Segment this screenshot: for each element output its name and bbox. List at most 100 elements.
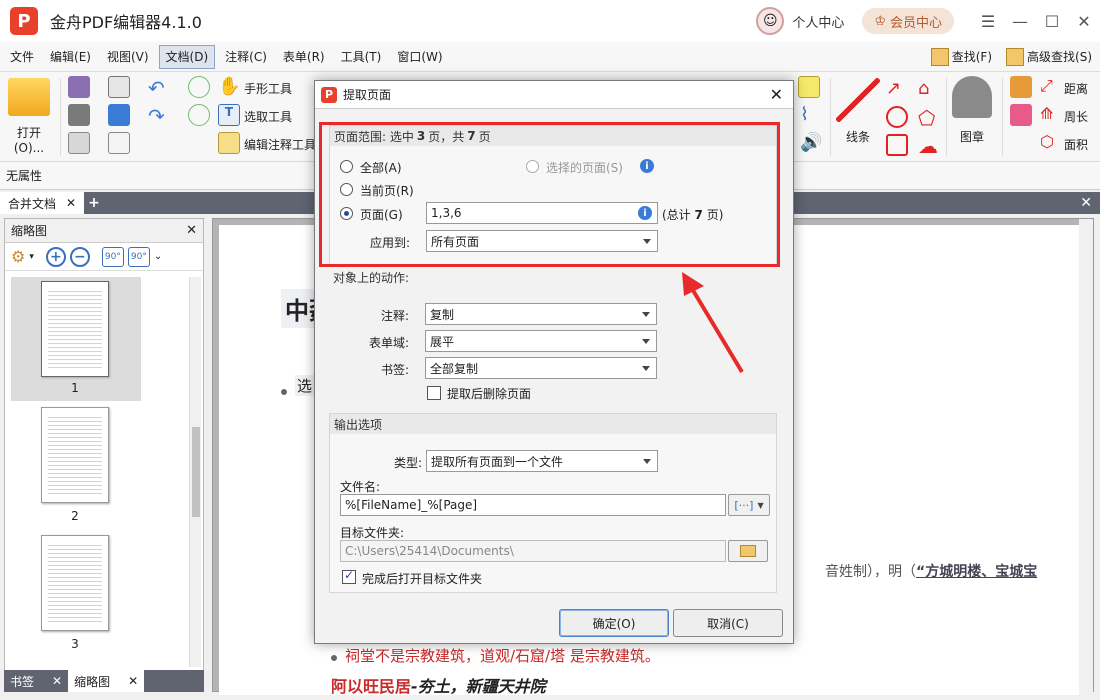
hand-tool-label[interactable]: 手形工具 — [244, 80, 292, 97]
delete-after-checkbox[interactable] — [427, 386, 441, 400]
stamp-label[interactable]: 图章 — [960, 128, 984, 145]
browse-folder-button[interactable] — [728, 540, 768, 562]
apply-to-select[interactable]: 所有页面 — [426, 230, 658, 252]
print-icon[interactable] — [68, 104, 90, 126]
zoom-out-icon[interactable]: − — [69, 246, 90, 267]
menu-tools[interactable]: 工具(T) — [335, 45, 388, 69]
find-button[interactable]: 查找(F) — [930, 48, 992, 67]
menu-icon[interactable]: ☰ — [972, 0, 1004, 42]
hand-icon[interactable]: ✋ — [218, 76, 240, 98]
sound-icon[interactable]: 🔊 — [800, 132, 822, 154]
expand-more-icon[interactable]: ⌄ — [154, 251, 162, 262]
back-icon[interactable] — [188, 76, 210, 98]
open-folder-checkbox[interactable] — [342, 568, 356, 584]
line-tool-label[interactable]: 线条 — [846, 128, 870, 145]
radio-current-page-label[interactable]: 当前页(R) — [360, 182, 414, 199]
new-doc-icon[interactable] — [108, 132, 130, 154]
tab-close-icon[interactable]: ✕ — [128, 674, 138, 688]
user-avatar-icon[interactable]: ☺ — [756, 7, 785, 35]
menu-annotation[interactable]: 注释(C) — [219, 45, 273, 69]
rectangle-tool-icon[interactable] — [886, 134, 908, 156]
menu-document[interactable]: 文档(D) — [158, 44, 216, 69]
undo-icon[interactable]: ↶ — [148, 76, 170, 100]
filename-macro-button[interactable]: [···] ▼ — [728, 494, 770, 516]
polygon-tool-icon[interactable]: ⬠ — [918, 106, 940, 130]
radio-all-label[interactable]: 全部(A) — [360, 159, 402, 176]
cancel-button[interactable]: 取消(C) — [673, 609, 783, 637]
page-thumbnail[interactable] — [41, 407, 109, 503]
maximize-icon[interactable]: ☐ — [1036, 0, 1068, 42]
zoom-in-icon[interactable]: + — [45, 246, 66, 267]
distance-label[interactable]: 距离 — [1064, 80, 1088, 97]
user-center-link[interactable]: 个人中心 — [792, 12, 844, 31]
menu-file[interactable]: 文件 — [4, 45, 40, 69]
radio-current-page[interactable] — [340, 183, 353, 196]
tab-merged-document[interactable]: 合并文档 ✕ — [0, 192, 85, 214]
dialog-close-icon[interactable]: ✕ — [770, 85, 783, 104]
chevron-down-icon[interactable]: ▾ — [29, 252, 34, 262]
attach-icon[interactable]: ⌇ — [800, 104, 822, 126]
menu-view[interactable]: 视图(V) — [101, 45, 155, 69]
vip-center-button[interactable]: ♔ 会员中心 — [862, 8, 954, 34]
area-icon[interactable]: ⬡ — [1040, 132, 1062, 154]
perimeter-icon[interactable]: ⟰ — [1040, 104, 1062, 126]
radio-pages-label[interactable]: 页面(G) — [360, 206, 403, 223]
page-thumbnail[interactable] — [41, 535, 109, 631]
export-icon[interactable] — [68, 132, 90, 154]
tab-close-icon[interactable]: ✕ — [52, 674, 62, 688]
tab-close-icon[interactable]: ✕ — [66, 196, 76, 210]
perimeter-label[interactable]: 周长 — [1064, 108, 1088, 125]
info-icon[interactable]: i — [640, 159, 654, 173]
radio-selected-pages[interactable] — [526, 160, 539, 173]
close-all-icon[interactable]: ✕ — [1080, 195, 1092, 211]
form-field-select[interactable]: 展平 — [425, 330, 657, 352]
stamp-icon[interactable] — [952, 76, 992, 118]
type-select[interactable]: 提取所有页面到一个文件 — [426, 450, 658, 472]
tab-thumbnails[interactable]: 缩略图 ✕ — [68, 670, 145, 692]
rotate-left-icon[interactable]: 90° — [101, 246, 124, 267]
close-icon[interactable]: ✕ — [1068, 0, 1100, 42]
select-tool-label[interactable]: 选取工具 — [244, 108, 292, 125]
menu-edit[interactable]: 编辑(E) — [44, 45, 97, 69]
thumbnail-scrollbar[interactable] — [189, 277, 201, 667]
options-gear-icon[interactable]: ⚙ — [11, 247, 25, 266]
open-folder-label[interactable]: 完成后打开目标文件夹 — [362, 570, 482, 587]
edit-annot-icon[interactable] — [218, 132, 240, 154]
polyline-tool-icon[interactable]: ⌂ — [918, 78, 940, 100]
rotate-right-icon[interactable]: 90° — [127, 246, 150, 267]
note-icon[interactable] — [798, 76, 820, 98]
open-button[interactable]: 打开(O)... — [6, 78, 52, 155]
annot-select[interactable]: 复制 — [425, 303, 657, 325]
ellipse-tool-icon[interactable] — [886, 106, 908, 128]
info-icon[interactable]: i — [638, 206, 652, 220]
edit-annot-tool-label[interactable]: 编辑注释工具 — [244, 136, 316, 153]
distance-icon[interactable]: ⤢ — [1040, 76, 1062, 98]
cloud-tool-icon[interactable]: ☁ — [918, 134, 940, 158]
menu-form[interactable]: 表单(R) — [277, 45, 331, 69]
delete-after-label[interactable]: 提取后删除页面 — [447, 385, 531, 402]
add-tab-icon[interactable]: + — [88, 195, 100, 211]
ok-button[interactable]: 确定(O) — [559, 609, 669, 637]
email-icon[interactable] — [108, 76, 130, 98]
menu-window[interactable]: 窗口(W) — [391, 45, 448, 69]
tab-bookmarks[interactable]: 书签 ✕ — [4, 670, 68, 692]
document-scrollbar[interactable] — [1079, 219, 1093, 693]
pages-input[interactable]: 1,3,6 — [426, 202, 658, 224]
advanced-find-button[interactable]: 高级查找(S) — [1006, 48, 1092, 67]
radio-all[interactable] — [340, 160, 353, 173]
save-icon[interactable] — [68, 76, 90, 98]
forward-icon[interactable] — [188, 104, 210, 126]
redo-icon[interactable]: ↷ — [148, 104, 170, 128]
pencil-icon[interactable] — [1010, 76, 1032, 98]
radio-selected-pages-label[interactable]: 选择的页面(S) — [546, 159, 623, 176]
cloud-upload-icon[interactable] — [108, 104, 130, 126]
bookmark-select[interactable]: 全部复制 — [425, 357, 657, 379]
panel-close-icon[interactable]: ✕ — [186, 223, 197, 238]
radio-pages[interactable] — [340, 207, 353, 220]
eraser-icon[interactable] — [1010, 104, 1032, 126]
area-label[interactable]: 面积 — [1064, 136, 1088, 153]
folder-input[interactable]: C:\Users\25414\Documents\ — [340, 540, 726, 562]
line-tool-icon[interactable] — [836, 78, 880, 122]
text-select-icon[interactable]: T — [218, 104, 240, 126]
minimize-icon[interactable]: — — [1004, 0, 1036, 42]
